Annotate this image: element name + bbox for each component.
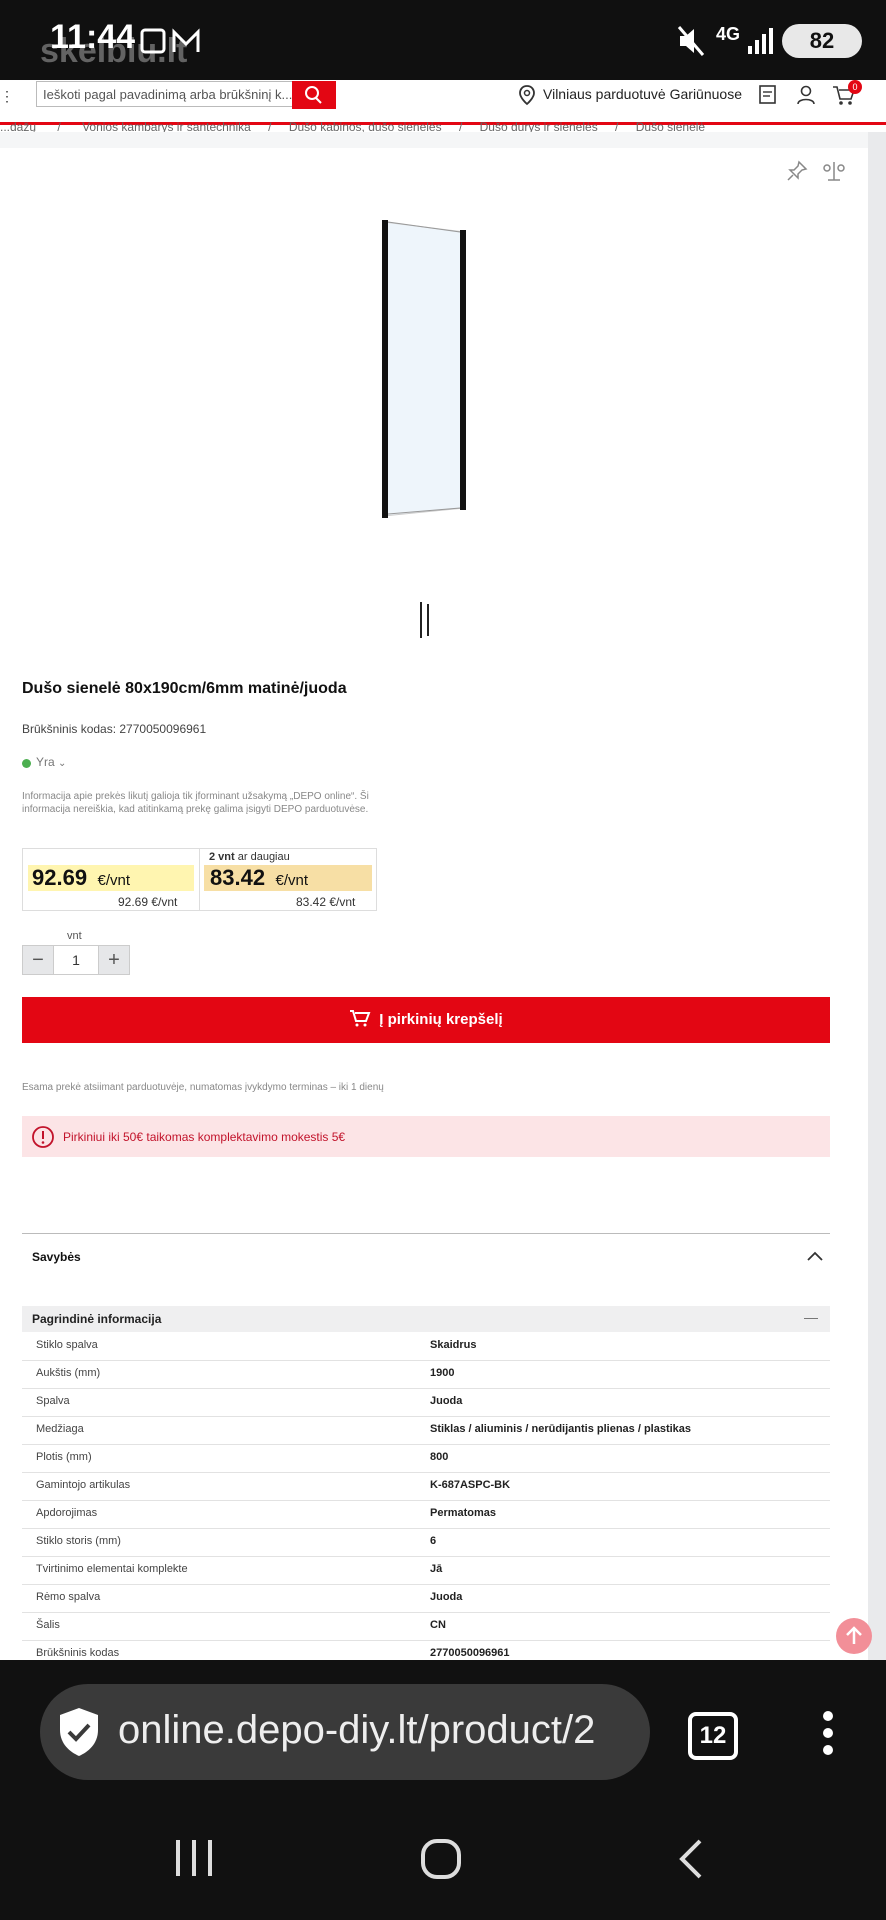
product-title: Dušo sienelė 80x190cm/6mm matinė/juoda xyxy=(22,680,347,697)
shopping-list-icon[interactable] xyxy=(758,84,778,106)
pin-icon[interactable] xyxy=(786,160,808,182)
quantity-label: vnt xyxy=(67,930,82,942)
breadcrumb-item[interactable]: Dušo durys ir sienelės xyxy=(480,120,598,132)
table-row: Stiklo storis (mm) 6 xyxy=(22,1528,830,1557)
tier2-unit-price: 83.42 €/vnt xyxy=(296,895,356,909)
tier2-price: 83.42 €/vnt xyxy=(210,865,309,890)
breadcrumb: ...dažų / Vonios kambarys ir santechnika… xyxy=(0,120,706,132)
chevron-up-icon[interactable] xyxy=(806,1250,824,1262)
availability-dot xyxy=(22,759,31,768)
collapse-minus-icon[interactable] xyxy=(804,1318,818,1319)
search-input[interactable]: Ieškoti pagal pavadinimą arba brūkšninį … xyxy=(36,81,292,107)
add-to-cart-button[interactable]: Į pirkinių krepšelį xyxy=(22,997,830,1043)
breadcrumb-item[interactable]: ...dažų xyxy=(0,120,36,132)
table-row: Stiklo spalva Skaidrus xyxy=(22,1332,830,1361)
back-icon[interactable] xyxy=(676,1838,706,1880)
network-type: 4G xyxy=(716,24,741,44)
properties-divider xyxy=(22,1233,830,1234)
table-row: Apdorojimas Permatomas xyxy=(22,1500,830,1529)
more-options-icon[interactable] xyxy=(818,1708,838,1758)
cart-badge: 0 xyxy=(848,80,862,94)
subsection-title: Pagrindinė informacija xyxy=(32,1312,162,1326)
product-image[interactable] xyxy=(376,218,472,518)
quantity-input[interactable]: 1 xyxy=(54,945,98,975)
scroll-to-top-button[interactable] xyxy=(836,1618,872,1654)
properties-title[interactable]: Savybės xyxy=(32,1250,81,1264)
product-barcode: Brūkšninis kodas: 2770050096961 xyxy=(22,722,207,736)
url-text[interactable]: online.depo-diy.lt/product/2 xyxy=(118,1708,638,1753)
cart-icon xyxy=(350,1010,371,1027)
search-icon xyxy=(305,86,322,104)
signal-icon xyxy=(748,28,773,54)
battery-level: 82 xyxy=(809,28,835,53)
table-row: Gamintojo artikulas K-687ASPC-BK xyxy=(22,1472,830,1501)
table-row: Šalis CN xyxy=(22,1612,830,1641)
page-margin xyxy=(868,132,886,1660)
table-row: Plotis (mm) 800 xyxy=(22,1444,830,1473)
table-row: Aukštis (mm) 1900 xyxy=(22,1360,830,1389)
menu-icon[interactable]: ⋮ xyxy=(0,88,14,105)
stock-note: Informacija apie prekės likutį galioja t… xyxy=(22,791,369,815)
home-icon[interactable] xyxy=(420,1838,462,1880)
location-pin-icon[interactable] xyxy=(518,84,536,106)
plus-icon: + xyxy=(108,949,120,971)
table-row: Spalva Juoda xyxy=(22,1388,830,1417)
status-time: 11:44 xyxy=(50,18,136,56)
minus-icon: − xyxy=(32,949,44,971)
table-row: Rėmo spalva Juoda xyxy=(22,1584,830,1613)
page-gap xyxy=(0,132,868,148)
availability-toggle[interactable]: Yra ⌄ xyxy=(36,755,66,769)
table-row: Brūkšninis kodas 2770050096961 xyxy=(36,1647,510,1659)
availability-text: Yra xyxy=(36,755,55,769)
price-divider xyxy=(199,848,200,911)
mute-icon xyxy=(677,26,705,56)
breadcrumb-item[interactable]: Dušo kabinos, dušo sienelės xyxy=(289,120,442,132)
add-to-cart-label: Į pirkinių krepšelį xyxy=(379,1011,503,1028)
table-row: Tvirtinimo elementai komplekte Jā xyxy=(22,1556,830,1585)
tier1-price: 92.69 €/vnt xyxy=(32,865,131,890)
image-thumbnail[interactable] xyxy=(418,600,432,640)
breadcrumb-item[interactable]: Dušo sienelė xyxy=(636,120,705,132)
status-notification-icons xyxy=(140,28,200,54)
compare-icon[interactable] xyxy=(822,160,846,182)
table-row: Medžiaga Stiklas / aliuminis / nerūdijant… xyxy=(22,1416,830,1445)
shield-check-icon[interactable] xyxy=(56,1706,102,1758)
tier2-qty-label: 2 vnt ar daugiau xyxy=(209,851,290,863)
search-button[interactable] xyxy=(292,81,336,109)
quantity-increase-button[interactable]: + xyxy=(98,945,130,975)
alert-icon xyxy=(32,1126,54,1148)
breadcrumb-item[interactable]: Vonios kambarys ir santechnika xyxy=(82,120,251,132)
tab-switcher-button[interactable]: 12 xyxy=(688,1712,738,1760)
recent-apps-icon[interactable] xyxy=(174,1838,214,1878)
quantity-decrease-button[interactable]: − xyxy=(22,945,54,975)
tier1-unit-price: 92.69 €/vnt xyxy=(118,895,178,909)
user-account-icon[interactable] xyxy=(796,84,816,106)
chevron-down-icon: ⌄ xyxy=(58,758,67,769)
battery-indicator: 82 xyxy=(782,24,862,58)
arrow-up-icon xyxy=(846,1626,862,1644)
pickup-note: Esama prekė atsiimant parduotuvėje, numa… xyxy=(22,1082,384,1093)
store-selector[interactable]: Vilniaus parduotuvė Gariūnuose xyxy=(543,86,742,102)
alert-text: Pirkiniui iki 50€ taikomas komplektavimo… xyxy=(63,1130,346,1144)
